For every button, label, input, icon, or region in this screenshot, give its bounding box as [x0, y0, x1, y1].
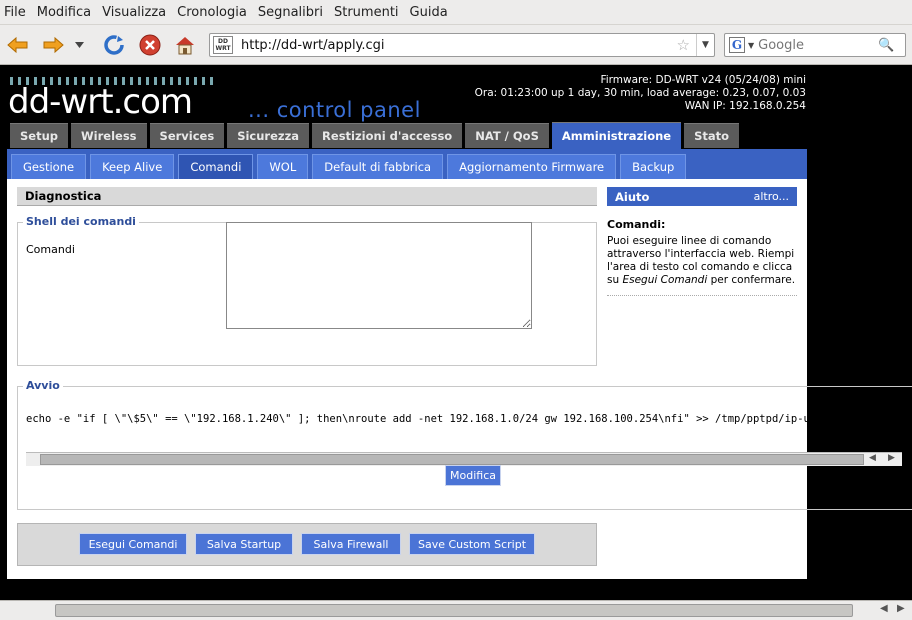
menu-cronologia[interactable]: Cronologia	[177, 5, 247, 20]
forward-button[interactable]	[40, 32, 66, 58]
scroll-right-icon[interactable]: ▶	[897, 603, 905, 614]
page-horizontal-scrollbar[interactable]: ◀ ▶	[0, 600, 912, 620]
help-panel: Aiuto altro... Comandi: Puoi eseguire li…	[607, 187, 797, 296]
tab-nat-qos[interactable]: NAT / QoS	[465, 123, 549, 148]
wan-ip: WAN IP: 192.168.0.254	[684, 100, 806, 112]
commands-label: Comandi	[26, 243, 75, 256]
subtab-wol[interactable]: WOL	[257, 154, 309, 179]
subtab-gestione[interactable]: Gestione	[11, 154, 87, 179]
save-custom-script-button[interactable]: Save Custom Script	[409, 533, 535, 555]
help-title: Aiuto	[615, 189, 650, 204]
subtab-default[interactable]: Default di fabbrica	[312, 154, 444, 179]
tab-services[interactable]: Services	[149, 123, 225, 148]
reload-button[interactable]	[101, 32, 127, 58]
url-bar[interactable]: DD WRT http://dd-wrt/apply.cgi ☆ ▼	[209, 33, 715, 57]
startup-script[interactable]: echo -e "if [ \"\$5\" == \"192.168.1.240…	[26, 413, 906, 425]
forward-arrow-icon	[43, 36, 64, 54]
back-arrow-icon	[7, 36, 28, 54]
menu-guida[interactable]: Guida	[410, 5, 448, 20]
subtab-keep-alive[interactable]: Keep Alive	[90, 154, 175, 179]
browser-menubar: File Modifica Visualizza Cronologia Segn…	[0, 0, 912, 25]
history-dropdown[interactable]	[72, 32, 86, 58]
bookmark-star-icon[interactable]: ☆	[677, 36, 690, 54]
main-panel: Gestione Keep Alive Comandi WOL Default …	[7, 149, 912, 579]
firmware-version: Firmware: DD-WRT v24 (05/24/08) mini	[600, 74, 806, 86]
startup-fieldset: Avvio echo -e "if [ \"\$5\" == \"192.168…	[17, 379, 912, 510]
tab-restrizioni[interactable]: Restizioni d'accesso	[312, 123, 463, 148]
shell-legend: Shell dei comandi	[23, 215, 139, 228]
scrollbar-thumb[interactable]	[40, 454, 864, 465]
home-button[interactable]	[172, 32, 198, 58]
google-engine-icon[interactable]: G	[729, 37, 745, 53]
scroll-left-icon[interactable]: ◀	[869, 453, 876, 463]
menu-strumenti[interactable]: Strumenti	[334, 5, 399, 20]
modify-button[interactable]: Modifica	[445, 465, 501, 486]
menu-file[interactable]: File	[4, 5, 26, 20]
scroll-right-icon[interactable]: ▶	[888, 453, 895, 463]
url-dropdown[interactable]: ▼	[696, 34, 714, 56]
tab-wireless[interactable]: Wireless	[71, 123, 147, 148]
url-text[interactable]: http://dd-wrt/apply.cgi	[241, 38, 677, 53]
commands-textarea[interactable]	[226, 222, 532, 329]
chevron-down-icon	[74, 42, 84, 48]
home-icon	[176, 37, 194, 55]
help-header: Aiuto altro...	[607, 187, 797, 206]
action-button-bar: Esegui Comandi Salva Startup Salva Firew…	[17, 523, 597, 566]
tab-sicurezza[interactable]: Sicurezza	[227, 123, 310, 148]
help-text: Puoi eseguire linee di comando attravers…	[607, 235, 797, 296]
control-panel-title: ... control panel	[248, 98, 421, 122]
help-section-title: Comandi:	[607, 218, 666, 231]
back-button[interactable]	[5, 32, 31, 58]
chevron-down-icon[interactable]: ▼	[748, 41, 754, 50]
subtab-backup[interactable]: Backup	[620, 154, 687, 179]
search-icon[interactable]: 🔍	[878, 38, 894, 53]
tab-stato[interactable]: Stato	[684, 123, 740, 148]
save-startup-button[interactable]: Salva Startup	[195, 533, 293, 555]
stop-button[interactable]	[137, 32, 163, 58]
menu-modifica[interactable]: Modifica	[37, 5, 91, 20]
startup-scrollbar[interactable]: ◀ ▶	[26, 452, 902, 466]
main-tabs: Setup Wireless Services Sicurezza Restiz…	[10, 122, 742, 149]
tab-setup[interactable]: Setup	[10, 123, 68, 148]
startup-legend: Avvio	[23, 379, 63, 392]
search-bar[interactable]: G ▼ 🔍	[724, 33, 906, 57]
menu-visualizza[interactable]: Visualizza	[102, 5, 166, 20]
stop-icon	[139, 34, 161, 56]
run-commands-button[interactable]: Esegui Comandi	[79, 533, 187, 555]
tab-amministrazione[interactable]: Amministrazione	[551, 122, 682, 149]
section-title: Diagnostica	[17, 187, 597, 206]
page-scrollbar-thumb[interactable]	[55, 604, 853, 617]
subtab-firmware[interactable]: Aggiornamento Firmware	[447, 154, 617, 179]
subtab-comandi[interactable]: Comandi	[178, 154, 254, 179]
uptime-info: Ora: 01:23:00 up 1 day, 30 min, load ave…	[474, 87, 806, 99]
reload-icon	[104, 35, 124, 55]
save-firewall-button[interactable]: Salva Firewall	[301, 533, 401, 555]
search-input[interactable]	[758, 37, 877, 53]
firmware-info: Firmware: DD-WRT v24 (05/24/08) mini Ora…	[475, 74, 806, 113]
ddwrt-logo: dd-wrt.com	[8, 82, 193, 122]
scroll-left-icon[interactable]: ◀	[880, 603, 888, 614]
help-more-link[interactable]: altro...	[754, 190, 789, 203]
page-content: dd-wrt.com ... control panel Firmware: D…	[0, 66, 912, 600]
site-favicon-icon: DD WRT	[213, 36, 233, 54]
chevron-down-icon: ▼	[702, 40, 709, 50]
sub-tabs: Gestione Keep Alive Comandi WOL Default …	[7, 149, 807, 179]
menu-segnalibri[interactable]: Segnalibri	[258, 5, 323, 20]
